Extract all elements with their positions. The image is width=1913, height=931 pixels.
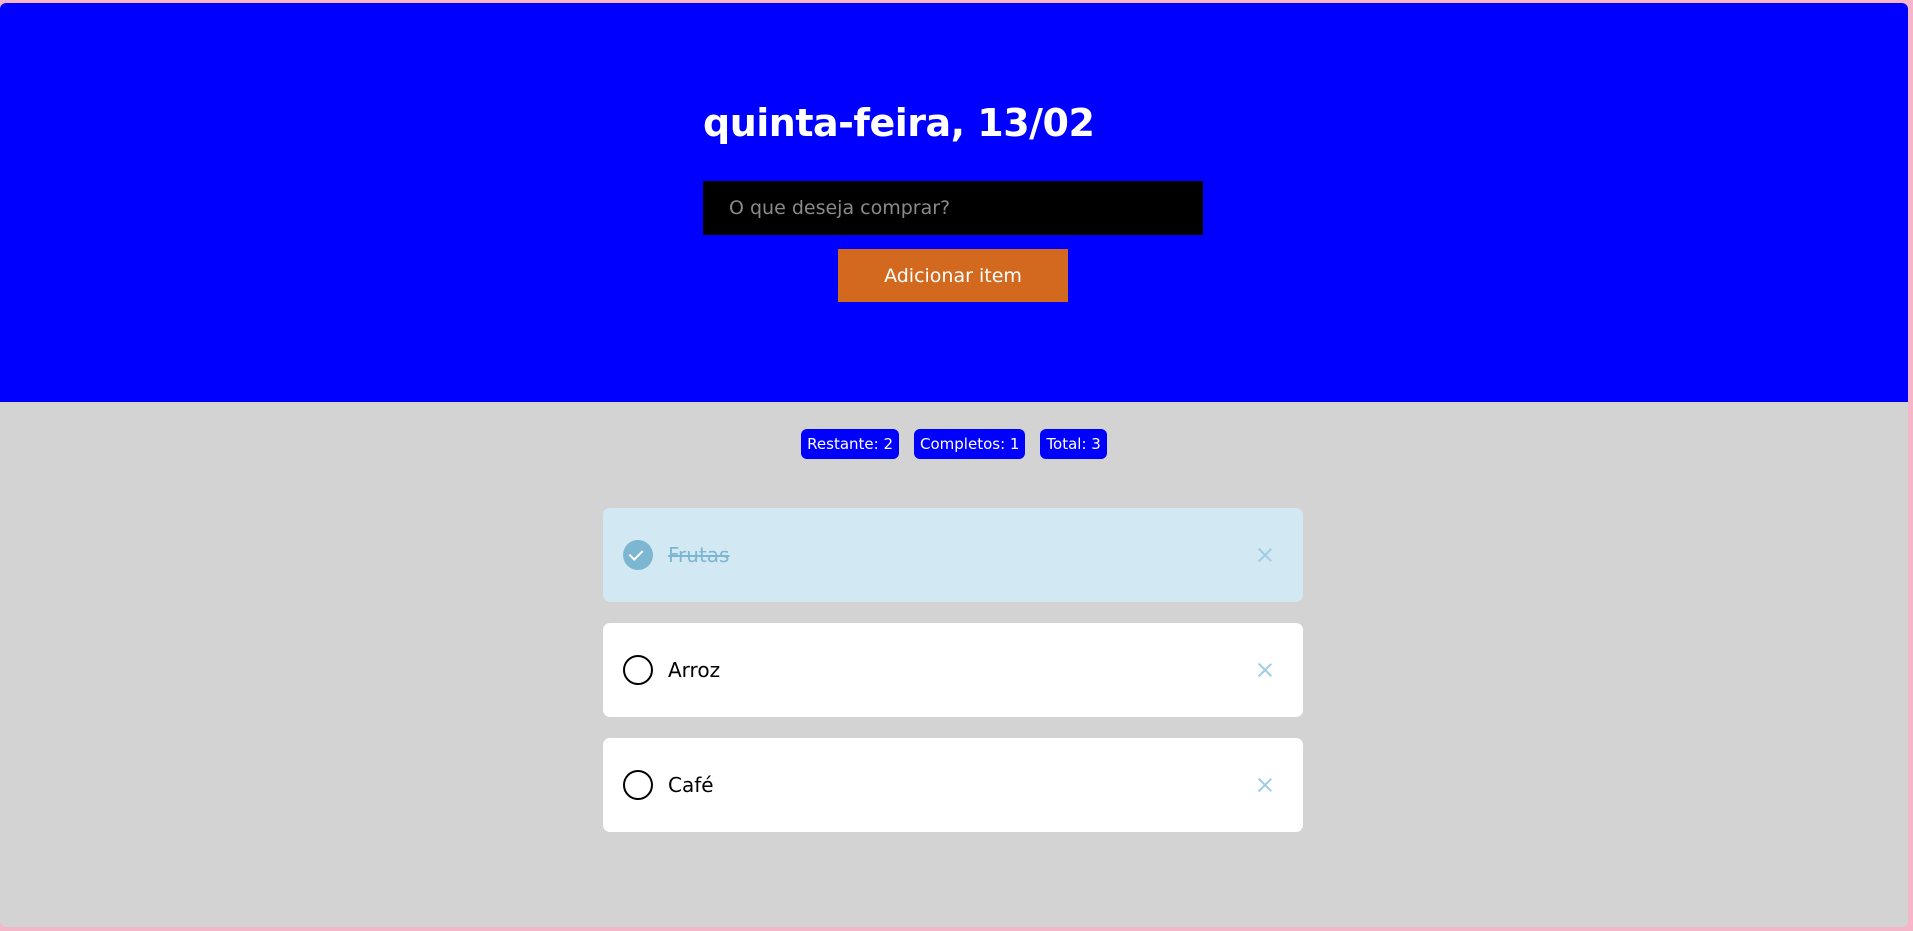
item-label: Café bbox=[668, 773, 714, 797]
circle-checkbox-icon[interactable] bbox=[623, 655, 653, 685]
app-window: quinta-feira, 13/02 Adicionar item Resta… bbox=[0, 3, 1908, 927]
item-label: Arroz bbox=[668, 658, 721, 682]
close-icon[interactable] bbox=[1255, 775, 1275, 795]
new-item-input[interactable] bbox=[703, 181, 1203, 235]
list-item: Arroz bbox=[603, 623, 1303, 717]
remaining-badge: Restante: 2 bbox=[801, 429, 900, 459]
close-icon[interactable] bbox=[1255, 545, 1275, 565]
check-icon[interactable] bbox=[623, 540, 653, 570]
stats-bar: Restante: 2 Completos: 1 Total: 3 bbox=[0, 429, 1908, 459]
item-label: Frutas bbox=[668, 543, 730, 567]
shopping-list: Frutas Arroz Café bbox=[603, 508, 1303, 853]
page-title: quinta-feira, 13/02 bbox=[703, 101, 1095, 145]
circle-checkbox-icon[interactable] bbox=[623, 770, 653, 800]
list-item: Café bbox=[603, 738, 1303, 832]
add-item-button[interactable]: Adicionar item bbox=[838, 249, 1068, 302]
header: quinta-feira, 13/02 Adicionar item bbox=[0, 3, 1908, 402]
completed-badge: Completos: 1 bbox=[914, 429, 1026, 459]
close-icon[interactable] bbox=[1255, 660, 1275, 680]
list-item: Frutas bbox=[603, 508, 1303, 602]
total-badge: Total: 3 bbox=[1040, 429, 1107, 459]
